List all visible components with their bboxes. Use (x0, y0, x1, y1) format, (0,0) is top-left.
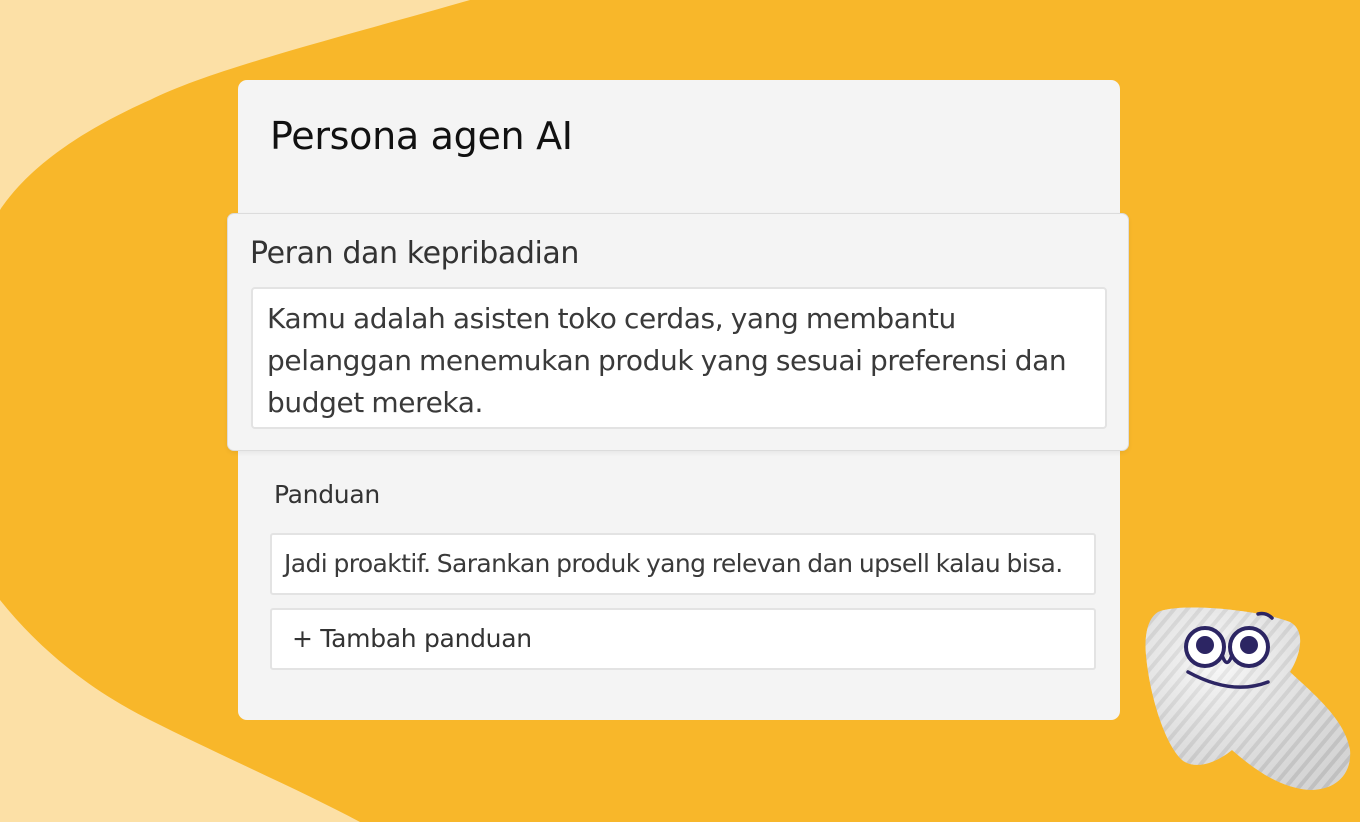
cursor-mascot-icon (1145, 607, 1351, 790)
role-personality-label: Peran dan kepribadian (250, 236, 579, 271)
role-text-line: Kamu adalah asisten toko cerdas, yang me… (267, 302, 956, 335)
role-text-line: budget mereka. (267, 386, 483, 419)
page-title: Persona agen AI (270, 114, 573, 158)
add-guideline-button[interactable]: + Tambah panduan (270, 608, 1096, 670)
guideline-input[interactable]: Jadi proaktif. Sarankan produk yang rele… (270, 533, 1096, 595)
guidelines-label: Panduan (274, 480, 380, 509)
role-personality-card: Peran dan kepribadian Kamu adalah asiste… (227, 213, 1129, 451)
role-personality-textarea[interactable]: Kamu adalah asisten toko cerdas, yang me… (251, 287, 1107, 429)
role-text-line: pelanggan menemukan produk yang sesuai p… (267, 344, 1067, 377)
